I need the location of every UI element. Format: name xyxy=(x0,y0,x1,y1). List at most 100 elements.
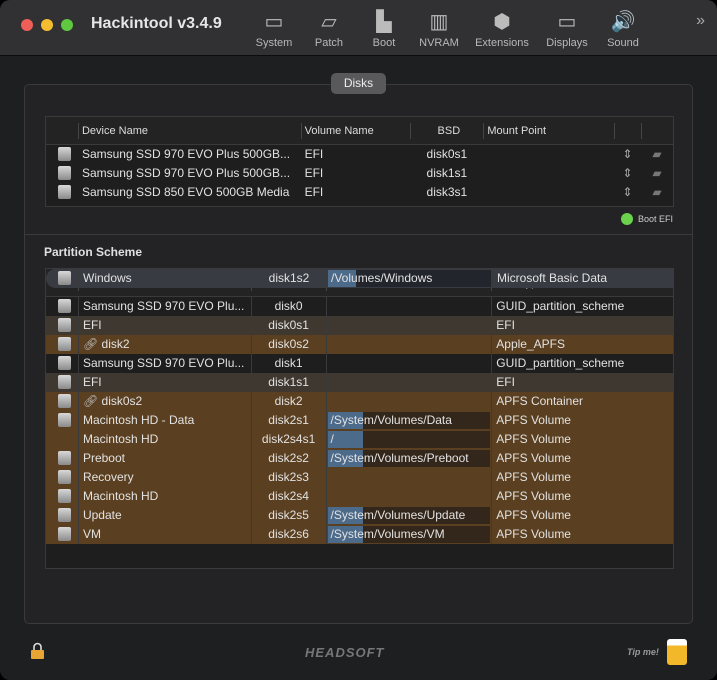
cell-icon xyxy=(46,297,78,316)
cell-mount xyxy=(325,487,492,506)
cell-mount xyxy=(325,468,492,487)
partition-row[interactable]: Macintosh HD - Data disk2s1 /System/Volu… xyxy=(46,411,673,430)
disk-row[interactable]: Samsung SSD 850 EVO 500GB Media EFI disk… xyxy=(46,183,673,202)
partition-row[interactable]: EFI disk0s1 EFI xyxy=(46,316,673,335)
disk-icon xyxy=(58,489,71,503)
cell-disk-type: EFI xyxy=(491,373,673,392)
partition-row[interactable]: Macintosh HD disk2s4s1 / APFS Volume xyxy=(46,430,673,449)
toolbar-label: Extensions xyxy=(475,37,529,49)
toolbar-overflow-icon[interactable]: » xyxy=(696,12,705,30)
cell-volume: Macintosh HD xyxy=(77,430,251,449)
cell-mount: /System/Volumes/Update xyxy=(325,506,492,525)
title-bar: Hackintool v3.4.9 ▭ System ▱ Patch ▙ Boot ▥ NVR… xyxy=(0,0,717,56)
folder-icon[interactable]: ▰ xyxy=(641,164,673,183)
boot-efi-dot xyxy=(621,213,633,225)
mount-stepper-icon[interactable]: ⇕ xyxy=(614,145,641,164)
col-icon xyxy=(46,117,78,144)
toolbar-label: System xyxy=(255,37,293,49)
nvram-icon: ▥ xyxy=(429,10,449,33)
partition-row[interactable]: VM disk2s6 /System/Volumes/VM APFS Volum… xyxy=(46,525,673,544)
cell-volume: Samsung SSD 970 EVO Plu... xyxy=(77,354,251,373)
extensions-icon: ⬢ xyxy=(493,10,511,33)
mount-stepper-icon[interactable]: ⇕ xyxy=(614,183,641,202)
partition-scheme-title: Partition Scheme xyxy=(44,245,143,259)
mount-stepper-icon[interactable]: ⇕ xyxy=(614,164,641,183)
toolbar-sound[interactable]: 🔊 Sound xyxy=(591,8,655,50)
volume-name: Samsung SSD 970 EVO Plu... xyxy=(82,356,245,370)
cell-bsd: disk2s1 xyxy=(250,411,326,430)
partition-row[interactable]: Windows disk1s2 /Volumes/Windows Microso… xyxy=(46,269,673,288)
toolbar-nvram[interactable]: ▥ NVRAM xyxy=(407,8,471,50)
divider xyxy=(24,234,693,235)
cell-bsd: disk3s1 xyxy=(426,185,468,199)
col-device-name[interactable]: Device Name xyxy=(77,117,301,144)
cell-icon xyxy=(46,269,78,288)
cell-disk-type: Microsoft Basic Data xyxy=(492,269,673,288)
folder-icon[interactable]: ▰ xyxy=(641,183,673,202)
tab-disks[interactable]: Disks xyxy=(331,73,386,94)
app-window: Hackintool v3.4.9 ▭ System ▱ Patch ▙ Boot ▥ NVR… xyxy=(0,0,717,680)
usage-bar xyxy=(327,431,491,448)
beer-icon[interactable] xyxy=(667,639,687,665)
headsoft-logo[interactable]: HEADSOFT xyxy=(305,645,385,660)
partition-row[interactable]: 🔗︎ disk2 disk0s2 Apple_APFS xyxy=(46,335,673,354)
lock-icon[interactable] xyxy=(31,642,44,659)
disk-row[interactable]: Samsung SSD 970 EVO Plus 500GB... EFI di… xyxy=(46,164,673,183)
cell-device: Samsung SSD 850 EVO 500GB Media xyxy=(81,185,290,199)
minimize-button[interactable] xyxy=(41,19,53,31)
cell-volume: EFI xyxy=(77,316,251,335)
disk-icon xyxy=(58,356,71,370)
close-button[interactable] xyxy=(21,19,33,31)
partition-row[interactable]: Samsung SSD 970 EVO Plu... disk0 GUID_pa… xyxy=(46,297,673,316)
mount-point: /System/Volumes/VM xyxy=(330,527,445,541)
tip-label[interactable]: Tip me! xyxy=(627,647,659,657)
zoom-button[interactable] xyxy=(61,19,73,31)
cell-volume: EFI xyxy=(304,166,324,180)
cell-disk-type: GUID_partition_scheme xyxy=(491,354,673,373)
toolbar-label: Boot xyxy=(372,37,396,49)
cell-bsd: disk2s5 xyxy=(250,506,326,525)
disk-icon xyxy=(58,147,71,161)
cell-volume: EFI xyxy=(304,185,324,199)
cell-mount: /System/Volumes/VM xyxy=(325,525,492,544)
col-bsd[interactable]: BSD xyxy=(410,117,483,144)
cell-mount: /System/Volumes/Data xyxy=(325,411,492,430)
disk-icon xyxy=(58,394,71,408)
cell-disk-type: Apple_APFS xyxy=(491,335,673,354)
partition-row[interactable]: Recovery disk2s3 APFS Volume xyxy=(46,468,673,487)
cell-mount xyxy=(325,335,492,354)
partition-row[interactable]: Preboot disk2s2 /System/Volumes/Preboot … xyxy=(46,449,673,468)
cell-disk-type: APFS Volume xyxy=(491,525,673,544)
mount-point: /System/Volumes/Update xyxy=(330,508,466,522)
link-icon: 🔗︎ xyxy=(82,394,102,408)
partition-row[interactable]: Macintosh HD disk2s4 APFS Volume xyxy=(46,487,673,506)
partition-row[interactable]: 🔗︎ disk0s2 disk2 APFS Container xyxy=(46,392,673,411)
cell-volume: Preboot xyxy=(77,449,251,468)
boot-efi-label: Boot EFI xyxy=(638,214,674,224)
col-mount-point[interactable]: Mount Point xyxy=(483,117,614,144)
cell-icon xyxy=(46,411,78,430)
volume-name: disk2 xyxy=(101,337,130,351)
col-volume-name[interactable]: Volume Name xyxy=(300,117,411,144)
toolbar-displays[interactable]: ▭ Displays xyxy=(535,8,599,50)
partition-row[interactable]: Update disk2s5 /System/Volumes/Update AP… xyxy=(46,506,673,525)
toolbar-label: Sound xyxy=(607,37,639,49)
cell-mount xyxy=(325,354,492,373)
cell-icon xyxy=(46,316,78,335)
disks-table: Device Name Volume Name BSD Mount Point … xyxy=(45,116,674,207)
cell-bsd: disk1s2 xyxy=(251,269,326,288)
folder-icon[interactable]: ▰ xyxy=(641,145,673,164)
col-mount xyxy=(614,117,641,144)
cell-icon xyxy=(46,487,78,506)
partition-row[interactable]: Samsung SSD 970 EVO Plu... disk1 GUID_pa… xyxy=(46,354,673,373)
disk-row[interactable]: Samsung SSD 970 EVO Plus 500GB... EFI di… xyxy=(46,145,673,164)
volume-name: VM xyxy=(82,527,101,541)
cell-icon xyxy=(46,145,78,164)
cell-mount xyxy=(483,145,614,164)
cell-bsd: disk1s1 xyxy=(426,166,468,180)
toolbar-extensions[interactable]: ⬢ Extensions xyxy=(470,8,534,50)
disk-icon xyxy=(58,375,71,389)
partition-row[interactable]: EFI disk1s1 EFI xyxy=(46,373,673,392)
toolbar-label: Patch xyxy=(314,37,344,49)
cell-bsd: disk1s1 xyxy=(250,373,326,392)
